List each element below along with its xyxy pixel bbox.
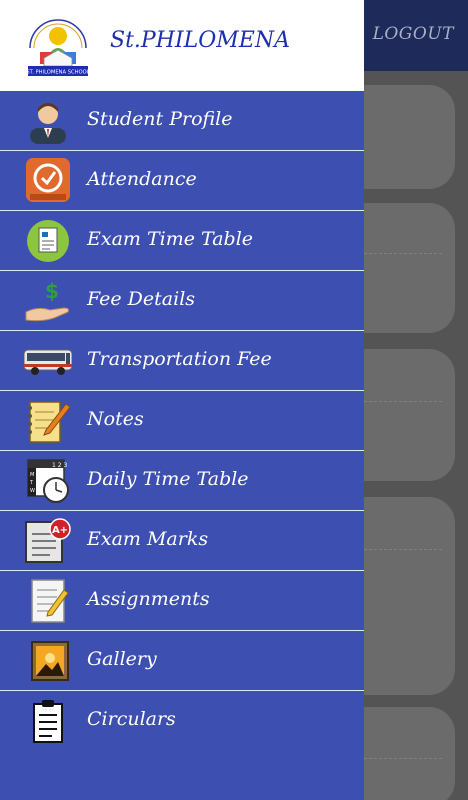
menu-item-attendance[interactable]: Attendance: [0, 151, 364, 211]
menu-label: Exam Time Table: [87, 228, 254, 250]
gallery-icon: [31, 641, 69, 681]
attendance-icon: [26, 158, 70, 202]
menu-label: Transportation Fee: [87, 348, 272, 370]
bus-icon: [24, 349, 72, 375]
menu-item-student-profile[interactable]: Student Profile: [0, 91, 364, 151]
logout-button[interactable]: LOGOUT: [373, 24, 454, 44]
menu-label: Gallery: [87, 648, 157, 670]
assignment-icon: [31, 579, 69, 623]
exam-marks-icon: A+: [25, 518, 71, 563]
dimmed-divider: [364, 549, 442, 550]
notes-icon: [28, 401, 71, 443]
menu-item-transportation-fee[interactable]: Transportation Fee: [0, 331, 364, 391]
svg-text:ST. PHILOMENA SCHOOL: ST. PHILOMENA SCHOOL: [26, 70, 89, 76]
exam-timetable-icon: [27, 220, 69, 262]
fee-icon: $: [25, 279, 69, 322]
svg-text:A+: A+: [52, 525, 68, 536]
drawer-header: ST. PHILOMENA SCHOOL St.PHILOMENA: [0, 0, 364, 91]
menu-label: Attendance: [87, 168, 197, 190]
dimmed-divider: [364, 758, 442, 759]
svg-text:M: M: [30, 472, 34, 478]
school-logo-icon: ST. PHILOMENA SCHOOL: [26, 19, 90, 76]
menu-item-daily-time-table[interactable]: 1 2 3 M T W Daily Time Table: [0, 451, 364, 511]
menu-item-notes[interactable]: Notes: [0, 391, 364, 451]
clipboard-icon: [33, 700, 63, 743]
menu-label: Daily Time Table: [87, 468, 249, 490]
menu-label: Notes: [87, 408, 144, 430]
menu-item-gallery[interactable]: Gallery: [0, 631, 364, 691]
menu-item-fee-details[interactable]: $ Fee Details: [0, 271, 364, 331]
menu-item-circulars[interactable]: Circulars: [0, 691, 364, 751]
svg-text:$: $: [45, 279, 59, 303]
menu-item-assignments[interactable]: Assignments: [0, 571, 364, 631]
menu-item-exam-time-table[interactable]: Exam Time Table: [0, 211, 364, 271]
menu-label: Fee Details: [87, 288, 196, 310]
calendar-clock-icon: 1 2 3 M T W: [27, 459, 69, 503]
menu-label: Assignments: [87, 588, 210, 610]
drawer-menu: Student Profile Attendance Exam Time Tab…: [0, 91, 364, 751]
menu-label: Circulars: [87, 708, 176, 730]
school-name: St.PHILOMENA: [110, 28, 290, 53]
menu-label: Student Profile: [87, 108, 233, 130]
menu-label: Exam Marks: [87, 528, 209, 550]
svg-text:W: W: [30, 488, 35, 494]
student-icon: [30, 103, 66, 144]
dimmed-divider: [364, 401, 442, 402]
menu-item-exam-marks[interactable]: A+ Exam Marks: [0, 511, 364, 571]
svg-text:1 2 3: 1 2 3: [52, 462, 67, 469]
navigation-drawer: ST. PHILOMENA SCHOOL St.PHILOMENA Studen…: [0, 0, 364, 800]
dimmed-divider: [364, 253, 442, 254]
